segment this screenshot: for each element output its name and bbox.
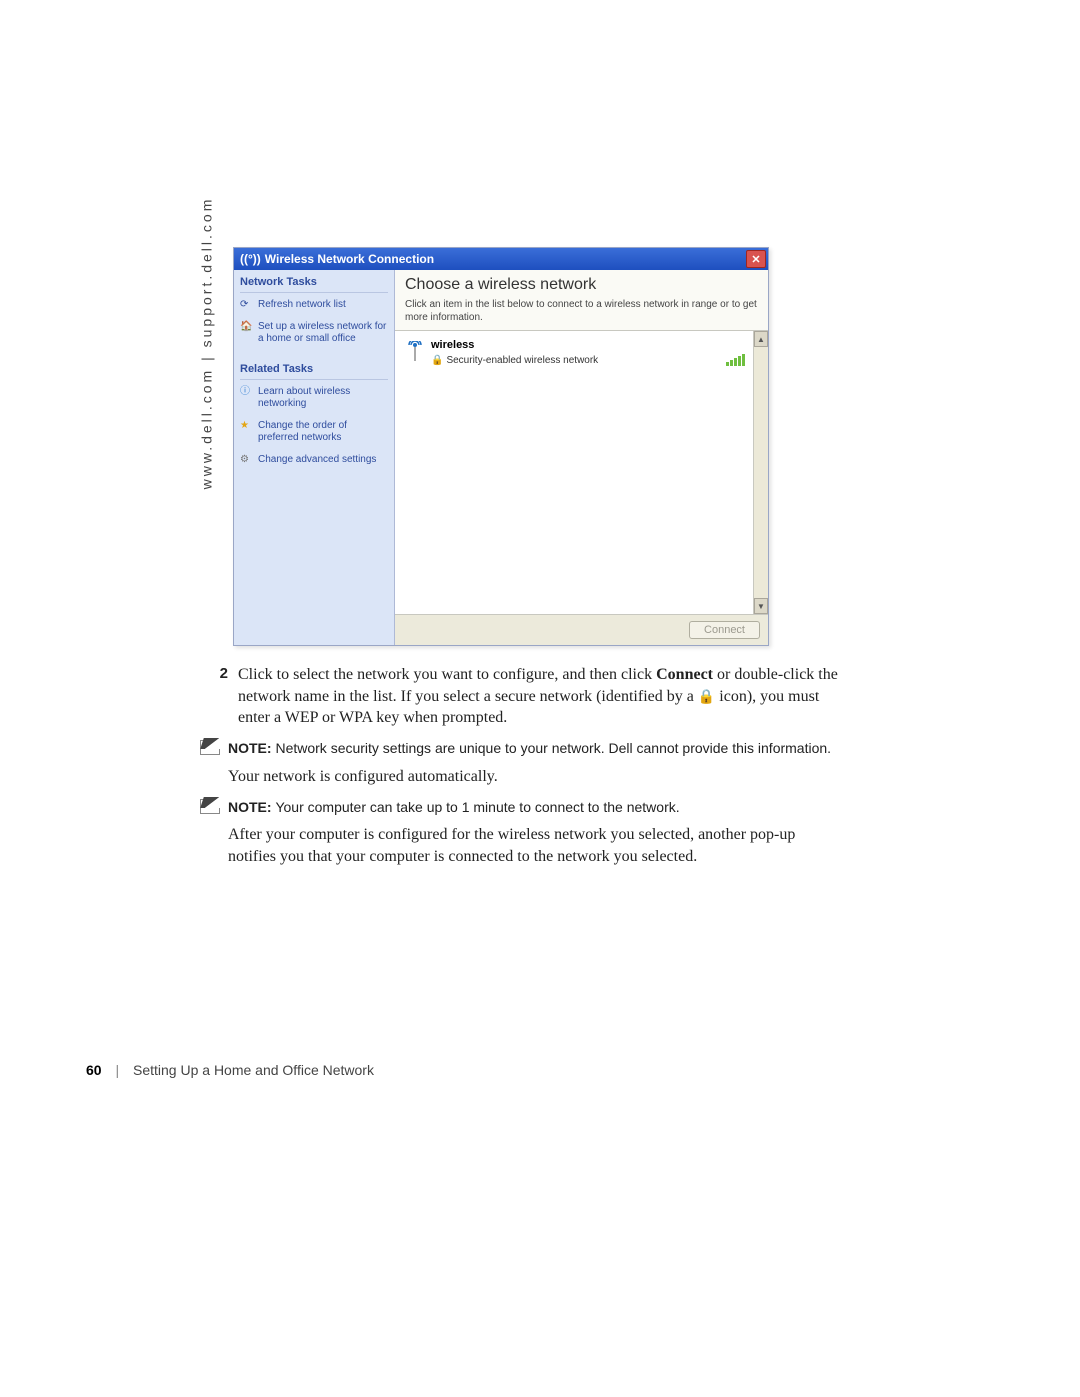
header-url: www.dell.com | support.dell.com [198,197,214,490]
left-tasks-pane: Network Tasks ⟳ Refresh network list 🏠 S… [234,270,395,645]
related-tasks-header: Related Tasks [240,363,388,375]
network-tasks-header: Network Tasks [240,276,388,288]
star-icon: ★ [240,420,254,432]
note-icon [200,740,220,755]
note-1: NOTE: Network security settings are uniq… [228,739,840,758]
step-2: 2 Click to select the network you want t… [200,664,840,729]
wireless-dialog: ((°)) Wireless Network Connection ✕ Netw… [233,247,769,646]
signal-bars-icon [726,354,745,366]
network-security: 🔒Security-enabled wireless network [431,355,722,366]
learn-wireless[interactable]: ⓘ Learn about wireless networking [240,386,388,410]
choose-network-heading: Choose a wireless network [395,270,768,298]
wireless-icon: ((°)) [240,252,261,266]
info-icon: ⓘ [240,386,254,398]
choose-network-sub: Click an item in the list below to conne… [395,298,768,330]
paragraph: After your computer is configured for th… [228,824,840,867]
page-footer: 60 | Setting Up a Home and Office Networ… [86,1062,374,1078]
scroll-down-button[interactable]: ▼ [754,598,768,614]
paragraph: Your network is configured automatically… [228,766,840,788]
lock-icon: 🔒 [698,690,715,705]
network-item[interactable]: wireless 🔒Security-enabled wireless netw… [401,335,747,370]
lock-icon: 🔒 [431,355,443,366]
step-number: 2 [200,664,238,729]
network-list: wireless 🔒Security-enabled wireless netw… [395,330,768,615]
note-2: NOTE: Your computer can take up to 1 min… [228,798,840,817]
scroll-up-button[interactable]: ▲ [754,331,768,347]
page-number: 60 [86,1062,102,1078]
refresh-network-list[interactable]: ⟳ Refresh network list [240,299,388,311]
change-order[interactable]: ★ Change the order of preferred networks [240,420,388,444]
network-name: wireless [431,339,722,351]
note-icon [200,799,220,814]
window-title: Wireless Network Connection [265,252,746,266]
connect-button[interactable]: Connect [689,621,760,639]
setup-icon: 🏠 [240,321,254,333]
scrollbar[interactable]: ▲ ▼ [753,331,768,614]
close-button[interactable]: ✕ [746,250,766,268]
antenna-icon [403,341,427,365]
section-title: Setting Up a Home and Office Network [133,1062,374,1078]
setup-wireless-network[interactable]: 🏠 Set up a wireless network for a home o… [240,321,388,345]
titlebar: ((°)) Wireless Network Connection ✕ [234,248,768,270]
refresh-icon: ⟳ [240,299,254,311]
gear-icon: ⚙ [240,454,254,466]
advanced-settings[interactable]: ⚙ Change advanced settings [240,454,388,466]
